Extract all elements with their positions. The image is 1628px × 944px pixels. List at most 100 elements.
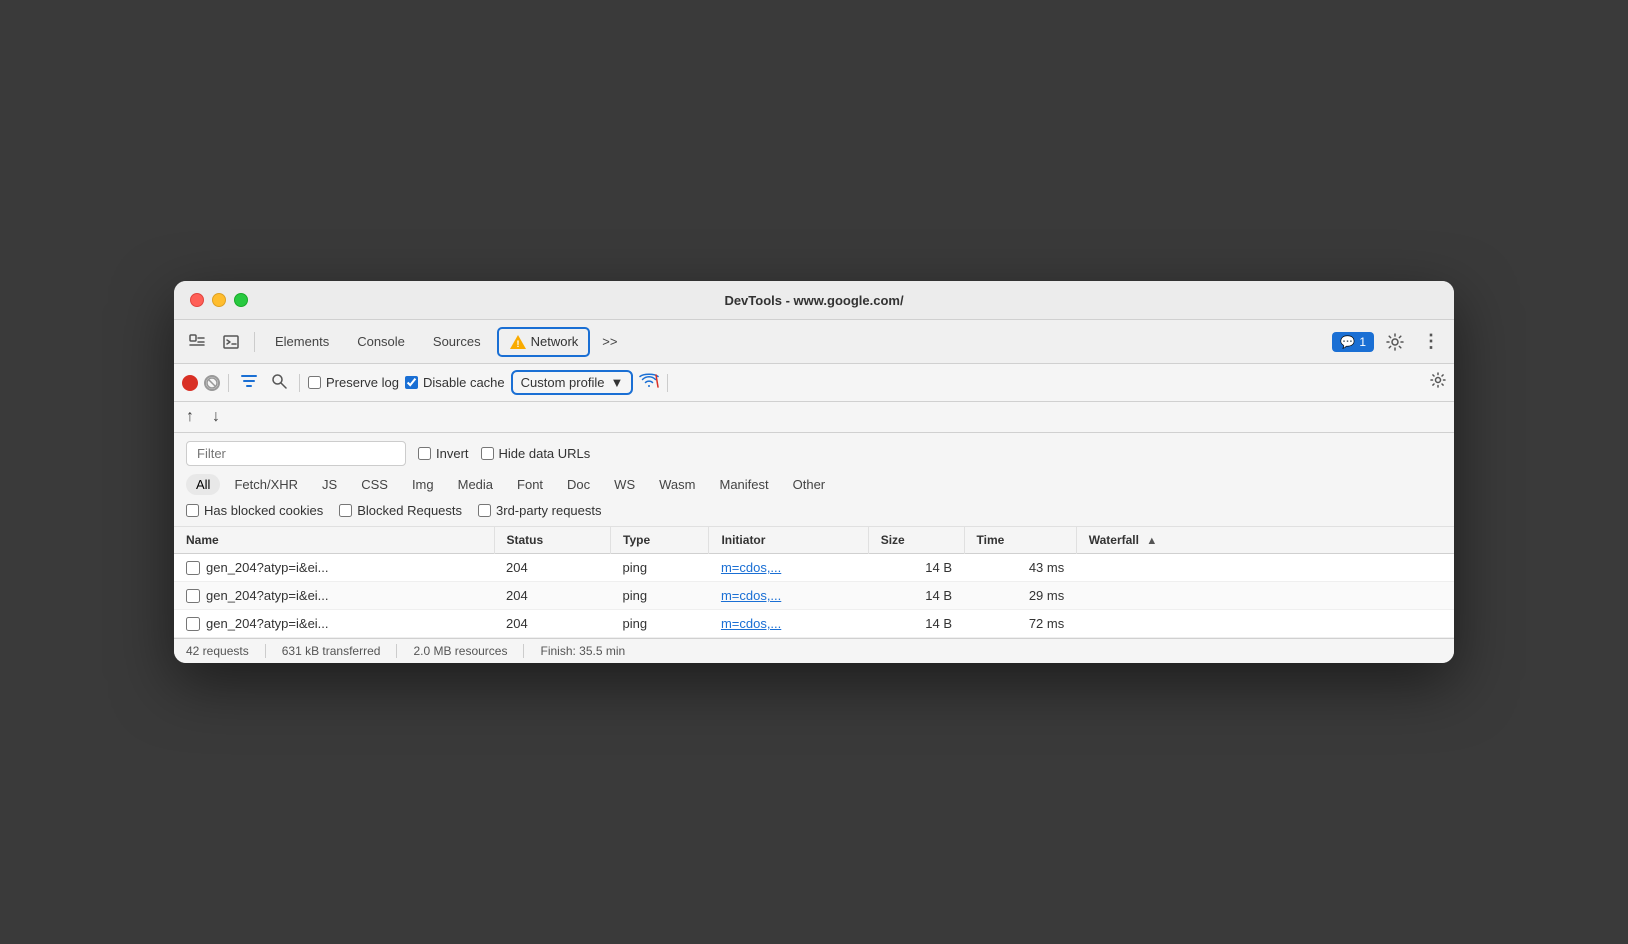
- filter-type-doc[interactable]: Doc: [557, 474, 600, 495]
- preserve-log-label[interactable]: Preserve log: [308, 375, 399, 390]
- network-settings-icon[interactable]: [1430, 372, 1446, 393]
- has-blocked-cookies-text: Has blocked cookies: [204, 503, 323, 518]
- filter-type-img[interactable]: Img: [402, 474, 444, 495]
- filter-type-fetch-xhr[interactable]: Fetch/XHR: [224, 474, 308, 495]
- tab-network[interactable]: ! Network: [497, 327, 591, 357]
- settings-icon-btn[interactable]: [1380, 329, 1410, 355]
- network-toolbar-2: ↑ ↓: [174, 402, 1454, 433]
- filter-row-1: Invert Hide data URLs: [186, 441, 1442, 466]
- import-har-icon[interactable]: ↑: [182, 406, 198, 428]
- warning-icon: !: [509, 333, 527, 351]
- third-party-checkbox[interactable]: [478, 504, 491, 517]
- cell-time-0: 43 ms: [964, 554, 1076, 582]
- tab-divider-1: [254, 332, 255, 352]
- console-messages-badge[interactable]: 💬 1: [1332, 332, 1374, 352]
- close-button[interactable]: [190, 293, 204, 307]
- network-table-wrapper: Name Status Type Initiator Size Time Wat…: [174, 527, 1454, 638]
- table-header-row: Name Status Type Initiator Size Time Wat…: [174, 527, 1454, 554]
- row-checkbox-0[interactable]: [186, 561, 200, 575]
- filter-type-manifest[interactable]: Manifest: [709, 474, 778, 495]
- cell-status-1: 204: [494, 582, 611, 610]
- cell-size-1: 14 B: [868, 582, 964, 610]
- inspector-icon[interactable]: [182, 329, 212, 355]
- minimize-button[interactable]: [212, 293, 226, 307]
- search-icon[interactable]: [267, 371, 291, 395]
- hide-data-urls-checkbox[interactable]: [481, 447, 494, 460]
- tab-more[interactable]: >>: [594, 330, 625, 353]
- toolbar-divider-1: [228, 374, 229, 392]
- cell-name-2: gen_204?atyp=i&ei...: [174, 610, 494, 638]
- col-type[interactable]: Type: [611, 527, 709, 554]
- clear-button[interactable]: [204, 375, 220, 391]
- invert-checkbox[interactable]: [418, 447, 431, 460]
- disable-cache-label[interactable]: Disable cache: [405, 375, 505, 390]
- has-blocked-cookies-checkbox[interactable]: [186, 504, 199, 517]
- disable-cache-checkbox[interactable]: [405, 376, 418, 389]
- filter-type-all[interactable]: All: [186, 474, 220, 495]
- has-blocked-cookies-label[interactable]: Has blocked cookies: [186, 503, 323, 518]
- hide-data-urls-label[interactable]: Hide data URLs: [481, 446, 591, 461]
- tab-elements[interactable]: Elements: [263, 328, 341, 355]
- invert-checkbox-label[interactable]: Invert: [418, 446, 469, 461]
- cell-waterfall-0: [1076, 554, 1454, 582]
- title-bar: DevTools - www.google.com/: [174, 281, 1454, 320]
- blocked-requests-label[interactable]: Blocked Requests: [339, 503, 462, 518]
- col-name[interactable]: Name: [174, 527, 494, 554]
- wifi-throttle-icon[interactable]: [639, 373, 659, 393]
- filter-icon[interactable]: [237, 371, 261, 395]
- tab-sources[interactable]: Sources: [421, 328, 493, 355]
- custom-profile-dropdown[interactable]: Custom profile ▼: [511, 370, 634, 395]
- tabs-bar: Elements Console Sources ! Network >> 💬 …: [174, 320, 1454, 364]
- table-row[interactable]: gen_204?atyp=i&ei... 204 ping m=cdos,...…: [174, 582, 1454, 610]
- requests-count: 42 requests: [186, 644, 266, 658]
- filter-type-font[interactable]: Font: [507, 474, 553, 495]
- filter-type-wasm[interactable]: Wasm: [649, 474, 705, 495]
- cell-initiator-1: m=cdos,...: [709, 582, 868, 610]
- record-button[interactable]: [182, 375, 198, 391]
- filter-type-ws[interactable]: WS: [604, 474, 645, 495]
- cell-name-0: gen_204?atyp=i&ei...: [174, 554, 494, 582]
- table-row[interactable]: gen_204?atyp=i&ei... 204 ping m=cdos,...…: [174, 554, 1454, 582]
- row-checkbox-2[interactable]: [186, 617, 200, 631]
- cell-type-0: ping: [611, 554, 709, 582]
- cell-status-2: 204: [494, 610, 611, 638]
- custom-profile-label: Custom profile: [521, 375, 605, 390]
- tab-network-label: Network: [531, 334, 579, 349]
- preserve-log-checkbox[interactable]: [308, 376, 321, 389]
- table-row[interactable]: gen_204?atyp=i&ei... 204 ping m=cdos,...…: [174, 610, 1454, 638]
- invert-label: Invert: [436, 446, 469, 461]
- sort-arrow-icon: ▲: [1146, 535, 1157, 547]
- badge-count: 1: [1359, 335, 1366, 349]
- cell-size-0: 14 B: [868, 554, 964, 582]
- resources-size: 2.0 MB resources: [413, 644, 524, 658]
- col-initiator[interactable]: Initiator: [709, 527, 868, 554]
- maximize-button[interactable]: [234, 293, 248, 307]
- filter-type-other[interactable]: Other: [783, 474, 836, 495]
- export-har-icon[interactable]: ↓: [208, 406, 224, 428]
- cell-time-2: 72 ms: [964, 610, 1076, 638]
- row-checkbox-1[interactable]: [186, 589, 200, 603]
- cell-waterfall-1: [1076, 582, 1454, 610]
- window-title: DevTools - www.google.com/: [724, 293, 903, 308]
- status-bar: 42 requests 631 kB transferred 2.0 MB re…: [174, 638, 1454, 663]
- chevron-down-icon: ▼: [610, 375, 623, 390]
- col-waterfall[interactable]: Waterfall ▲: [1076, 527, 1454, 554]
- filter-type-js[interactable]: JS: [312, 474, 347, 495]
- third-party-label[interactable]: 3rd-party requests: [478, 503, 602, 518]
- filter-input[interactable]: [186, 441, 406, 466]
- col-size[interactable]: Size: [868, 527, 964, 554]
- tab-console[interactable]: Console: [345, 328, 417, 355]
- cell-name-1: gen_204?atyp=i&ei...: [174, 582, 494, 610]
- transferred-size: 631 kB transferred: [282, 644, 398, 658]
- blocked-requests-checkbox[interactable]: [339, 504, 352, 517]
- col-status[interactable]: Status: [494, 527, 611, 554]
- col-time[interactable]: Time: [964, 527, 1076, 554]
- blocked-requests-text: Blocked Requests: [357, 503, 462, 518]
- filter-type-css[interactable]: CSS: [351, 474, 398, 495]
- filter-type-media[interactable]: Media: [448, 474, 503, 495]
- filter-type-row: AllFetch/XHRJSCSSImgMediaFontDocWSWasmMa…: [186, 474, 1442, 495]
- console-drawer-icon[interactable]: [216, 329, 246, 355]
- toolbar-divider-2: [299, 374, 300, 392]
- more-options-icon-btn[interactable]: ⋮: [1416, 327, 1446, 356]
- finish-time: Finish: 35.5 min: [540, 644, 625, 658]
